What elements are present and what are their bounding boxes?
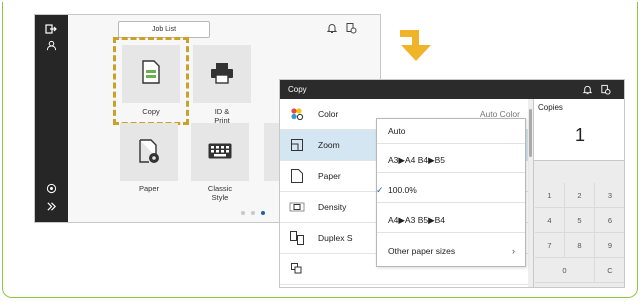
keypad-key-1[interactable]: 1: [535, 183, 565, 208]
tile-id-print[interactable]: [193, 45, 251, 103]
keyboard-icon: [208, 143, 232, 159]
color-icon: [289, 106, 305, 122]
zoom-dropdown-menu: Auto A3▶A4 B4▶B5 ✓ 100.0% A4▶A3 B5▶B4 Ot…: [376, 118, 526, 267]
copies-label: Copies: [538, 103, 563, 112]
user-icon[interactable]: [43, 37, 59, 53]
expand-chevrons-icon[interactable]: [43, 198, 59, 214]
bell-icon[interactable]: [581, 83, 594, 96]
status-icon[interactable]: [344, 21, 358, 35]
status-icon[interactable]: [599, 83, 612, 96]
keypad-key-9[interactable]: 9: [595, 233, 624, 258]
copy-highlight-box: [113, 37, 189, 125]
illustration-frame: Job List Copy ID & Print Paper Classic S…: [2, 2, 638, 298]
combine-icon: [289, 261, 305, 277]
keypad-key-3[interactable]: 3: [595, 183, 624, 208]
zoom-option-label: Other paper sizes: [388, 245, 456, 256]
bell-icon[interactable]: [325, 21, 339, 35]
func-label: Zoom: [318, 140, 340, 150]
func-label: Duplex S: [318, 233, 353, 243]
page-dot-active[interactable]: [261, 211, 265, 215]
zoom-option-auto[interactable]: Auto: [377, 119, 525, 144]
copy-screen-title: Copy: [288, 85, 307, 94]
zoom-option-label: 100.0%: [388, 185, 417, 195]
tile-paper-label: Paper: [138, 184, 159, 193]
keypad-key-2[interactable]: 2: [565, 183, 595, 208]
page-dot[interactable]: [241, 211, 245, 215]
func-label: Density: [318, 202, 347, 212]
zoom-option-label: A4▶A3 B5▶B4: [388, 214, 446, 225]
chevron-right-icon: ›: [512, 245, 515, 256]
zoom-option-other-paper-sizes[interactable]: Other paper sizes ›: [377, 238, 525, 263]
transition-arrow-icon: [400, 30, 431, 61]
paper-gear-icon: [139, 139, 159, 163]
copy-screen: Copy Color Auto Color Zoom Paper Density…: [279, 79, 625, 288]
keypad-key-clear[interactable]: C: [595, 258, 624, 283]
keypad-key-6[interactable]: 6: [595, 208, 624, 233]
func-label: Color: [318, 109, 339, 119]
zoom-option-label: Auto: [388, 126, 406, 136]
func-label: Paper: [318, 171, 341, 181]
keypad-key-4[interactable]: 4: [535, 208, 565, 233]
job-list-button[interactable]: Job List: [118, 21, 210, 38]
zoom-option-a3-a4[interactable]: A3▶A4 B4▶B5: [377, 148, 525, 173]
keypad-key-8[interactable]: 8: [565, 233, 595, 258]
logout-icon[interactable]: [43, 21, 59, 37]
duplex-icon: [289, 230, 305, 246]
zoom-option-100[interactable]: ✓ 100.0%: [376, 178, 525, 203]
keypad-key-5[interactable]: 5: [565, 208, 595, 233]
scrollbar-thumb[interactable]: [529, 109, 532, 157]
keypad-key-7[interactable]: 7: [535, 233, 565, 258]
home-side-bar: [35, 15, 68, 222]
tile-classic-style[interactable]: [191, 123, 249, 181]
density-icon: [289, 199, 305, 215]
copies-panel: Copies 1 1 2 3 4 5 6 7 8 9 0 C: [533, 99, 624, 287]
printer-icon: [211, 63, 233, 84]
tile-classic-style-label: Classic Style: [207, 184, 233, 202]
page-indicator[interactable]: [241, 211, 265, 215]
copy-screen-header: Copy: [280, 80, 624, 99]
tile-paper[interactable]: [120, 123, 178, 181]
zoom-option-label: A3▶A4 B4▶B5: [388, 154, 446, 165]
page-dot[interactable]: [251, 211, 255, 215]
settings-gear-icon[interactable]: [43, 180, 59, 196]
copies-value: 1: [574, 125, 585, 145]
zoom-icon: [289, 137, 305, 153]
checkmark-icon: ✓: [376, 184, 384, 195]
zoom-option-a4-a3[interactable]: A4▶A3 B5▶B4: [377, 208, 525, 233]
copies-display: Copies 1: [534, 99, 624, 161]
paper-icon: [289, 168, 305, 184]
keypad-key-0[interactable]: 0: [535, 258, 595, 283]
